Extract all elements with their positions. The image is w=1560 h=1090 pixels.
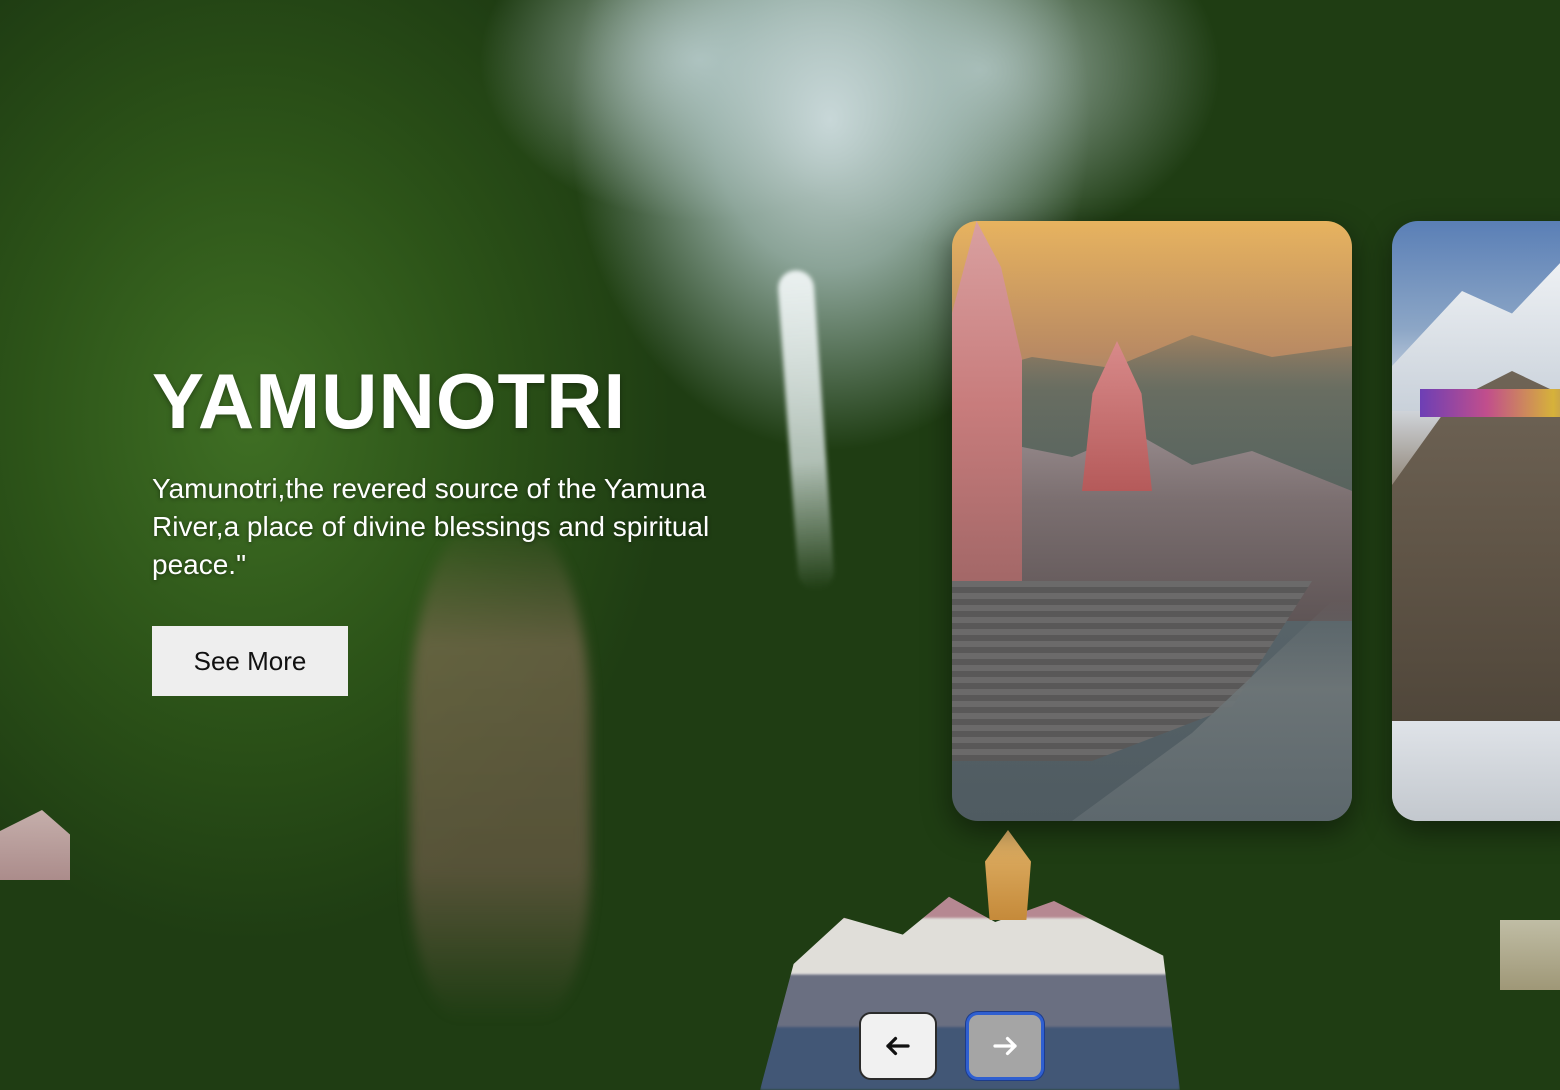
hero-title: YAMUNOTRI [152,357,627,445]
card-stone-temple [1392,371,1560,751]
slide-card-ghats[interactable] [952,221,1352,821]
background-hut-right [1500,920,1560,990]
hero-content: YAMUNOTRI Yamunotri,the revered source o… [152,360,772,696]
background-waterfall [776,269,836,591]
arrow-left-icon [886,1036,910,1056]
see-more-button[interactable]: See More [152,626,348,696]
card-snow-ground [1392,721,1560,821]
arrow-right-icon [993,1036,1017,1056]
next-button[interactable] [966,1012,1044,1080]
hero-description: Yamunotri,the revered source of the Yamu… [152,473,710,580]
hero-slider: YAMUNOTRI Yamunotri,the revered source o… [0,0,1560,1090]
background-temple-spire [985,830,1031,920]
slide-card-mountain-temple[interactable] [1392,221,1560,821]
background-hut-left [0,810,70,880]
card-decorated-roof [1420,389,1560,417]
prev-button[interactable] [859,1012,937,1080]
